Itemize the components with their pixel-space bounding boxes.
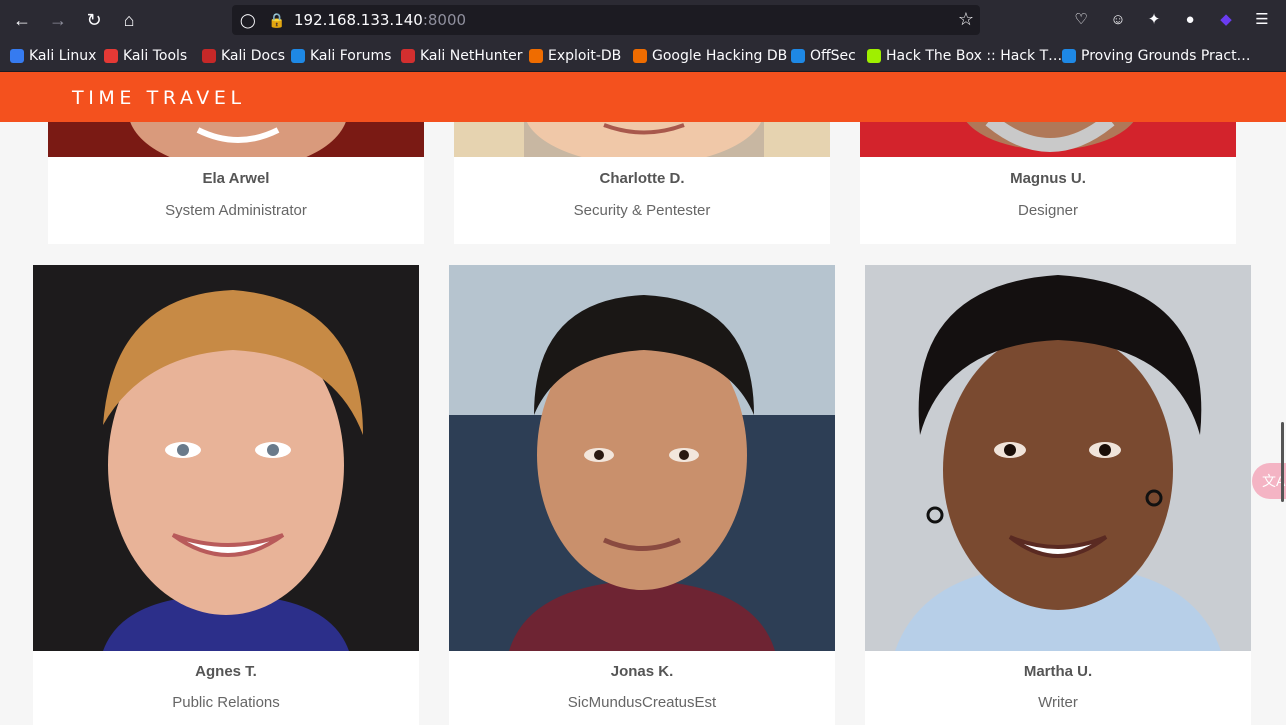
bookmark-item[interactable]: Kali NetHunter — [401, 47, 522, 65]
bookmark-item[interactable]: Exploit-DB — [529, 47, 621, 65]
bookmark-favicon-icon — [633, 49, 647, 63]
bookmark-label: Kali NetHunter — [420, 48, 523, 64]
member-role: Security & Pentester — [573, 202, 711, 219]
lock-icon[interactable]: 🔒 — [268, 12, 285, 28]
url-text[interactable]: 192.168.133.140:8000 — [294, 11, 466, 29]
shield-icon[interactable]: ◯ — [240, 12, 256, 28]
reload-icon[interactable]: ↻ — [82, 8, 106, 32]
extension-dark-icon[interactable]: ● — [1180, 10, 1200, 30]
forward-icon[interactable]: → — [46, 8, 70, 32]
member-name: Jonas K. — [610, 663, 674, 680]
bookmark-item[interactable]: Kali Tools — [104, 47, 187, 65]
bookmark-label: Kali Tools — [123, 48, 188, 64]
bookmark-favicon-icon — [791, 49, 805, 63]
bookmark-item[interactable]: Kali Forums — [291, 47, 391, 65]
bookmark-item[interactable]: Proving Grounds Pract… — [1062, 47, 1251, 65]
bookmark-favicon-icon — [291, 49, 305, 63]
member-photo — [449, 265, 835, 651]
bookmark-item[interactable]: Kali Linux — [10, 47, 96, 65]
account-icon[interactable]: ☺ — [1108, 10, 1128, 30]
bookmark-favicon-icon — [867, 49, 881, 63]
bookmark-label: Kali Forums — [310, 48, 392, 64]
bookmarks-bar: Kali Linux Kali Tools Kali Docs Kali Forums… — [0, 40, 1286, 72]
team-card: Agnes T. Public Relations — [33, 265, 419, 725]
bookmark-favicon-icon — [529, 49, 543, 63]
bookmark-label: Kali Docs — [221, 48, 286, 64]
bookmark-item[interactable]: Google Hacking DB — [633, 47, 787, 65]
member-name: Magnus U. — [1010, 170, 1086, 187]
member-role: System Administrator — [165, 202, 307, 219]
bookmark-label: OffSec — [810, 48, 856, 64]
pocket-icon[interactable]: ♡ — [1071, 10, 1091, 30]
bookmark-favicon-icon — [401, 49, 415, 63]
address-bar[interactable]: ◯ 🔒 192.168.133.140:8000 ☆ — [232, 5, 980, 35]
member-role: Public Relations — [172, 694, 280, 711]
bookmark-label: Hack The Box :: Hack T… — [886, 48, 1063, 64]
menu-icon[interactable]: ☰ — [1252, 10, 1272, 30]
bookmark-item[interactable]: Kali Docs — [202, 47, 285, 65]
member-name: Charlotte D. — [599, 170, 685, 187]
back-icon[interactable]: ← — [10, 8, 34, 32]
bookmark-item[interactable]: Hack The Box :: Hack T… — [867, 47, 1062, 65]
scrollbar-thumb[interactable] — [1281, 422, 1284, 502]
bookmark-label: Kali Linux — [29, 48, 97, 64]
bookmark-favicon-icon — [104, 49, 118, 63]
bookmark-star-icon[interactable]: ☆ — [958, 9, 974, 30]
bookmark-favicon-icon — [202, 49, 216, 63]
team-card: Martha U. Writer — [865, 265, 1251, 725]
bookmark-label: Google Hacking DB — [652, 48, 788, 64]
member-role: Writer — [1038, 694, 1078, 711]
home-icon[interactable]: ⌂ — [117, 8, 141, 32]
team-card: Jonas K. SicMundusCreatusEst — [449, 265, 835, 725]
site-header: TIME TRAVEL — [0, 72, 1286, 122]
member-name: Agnes T. — [195, 663, 257, 680]
site-brand[interactable]: TIME TRAVEL — [72, 87, 246, 109]
member-photo — [865, 265, 1251, 651]
member-role: Designer — [1017, 202, 1079, 219]
extensions-icon[interactable]: ✦ — [1144, 10, 1164, 30]
member-photo — [33, 265, 419, 651]
extension-diamond-icon[interactable]: ◆ — [1216, 10, 1236, 30]
bookmark-favicon-icon — [10, 49, 24, 63]
member-role: SicMundusCreatusEst — [567, 694, 717, 711]
member-name: Martha U. — [1023, 663, 1093, 680]
bookmark-favicon-icon — [1062, 49, 1076, 63]
browser-toolbar: ← → ↻ ⌂ ◯ 🔒 192.168.133.140:8000 ☆ ♡ ☺ ✦… — [0, 0, 1286, 40]
member-name: Ela Arwel — [202, 170, 270, 187]
bookmark-label: Exploit-DB — [548, 48, 622, 64]
bookmark-label: Proving Grounds Pract… — [1081, 48, 1251, 64]
bookmark-item[interactable]: OffSec — [791, 47, 856, 65]
